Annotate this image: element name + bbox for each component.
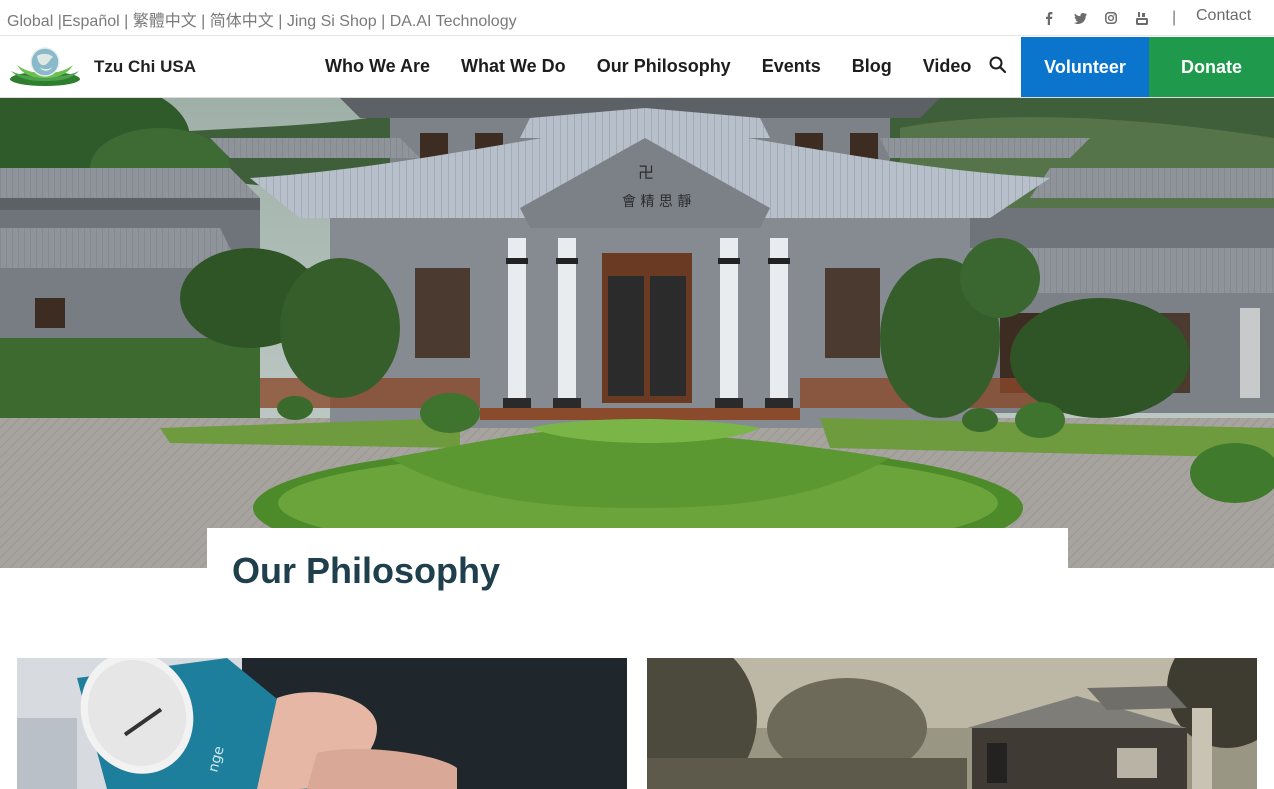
top-utility-bar: Global |Español | 繁體中文 | 简体中文 | Jing Si … (0, 0, 1274, 36)
page-title-card: Our Philosophy (207, 528, 1068, 598)
main-menu: Who We Are What We Do Our Philosophy Eve… (325, 56, 1002, 77)
contact-link[interactable]: Contact (1196, 7, 1251, 25)
twitter-icon[interactable] (1071, 10, 1089, 26)
nav-events[interactable]: Events (762, 56, 821, 77)
nav-our-philosophy[interactable]: Our Philosophy (597, 56, 731, 77)
nav-what-we-do[interactable]: What We Do (461, 56, 566, 77)
instagram-icon[interactable] (1102, 10, 1120, 26)
search-icon[interactable] (989, 56, 1007, 74)
divider: | (1172, 9, 1177, 26)
main-navbar: Tzu Chi USA Who We Are What We Do Our Ph… (0, 37, 1274, 98)
nav-who-we-are[interactable]: Who We Are (325, 56, 430, 77)
hero-image: 會 精 思 靜 卍 (0, 98, 1274, 568)
nav-blog[interactable]: Blog (852, 56, 892, 77)
nav-video[interactable]: Video (923, 56, 972, 77)
language-links[interactable]: Global |Español | 繁體中文 | 简体中文 | Jing Si … (7, 7, 517, 31)
volunteer-button[interactable]: Volunteer (1021, 37, 1149, 97)
tzu-chi-logo[interactable] (7, 45, 83, 87)
brand-name[interactable]: Tzu Chi USA (94, 57, 196, 77)
card-image-history[interactable] (647, 658, 1257, 789)
facebook-icon[interactable] (1040, 10, 1058, 26)
svg-text:會 精 思 靜: 會 精 思 靜 (622, 194, 691, 210)
card-image-donation[interactable]: nge (17, 658, 627, 789)
youtube-icon[interactable] (1133, 10, 1151, 26)
page-title: Our Philosophy (232, 550, 501, 591)
donate-button[interactable]: Donate (1149, 37, 1274, 97)
social-links: | (1040, 9, 1198, 27)
svg-text:卍: 卍 (638, 163, 654, 182)
